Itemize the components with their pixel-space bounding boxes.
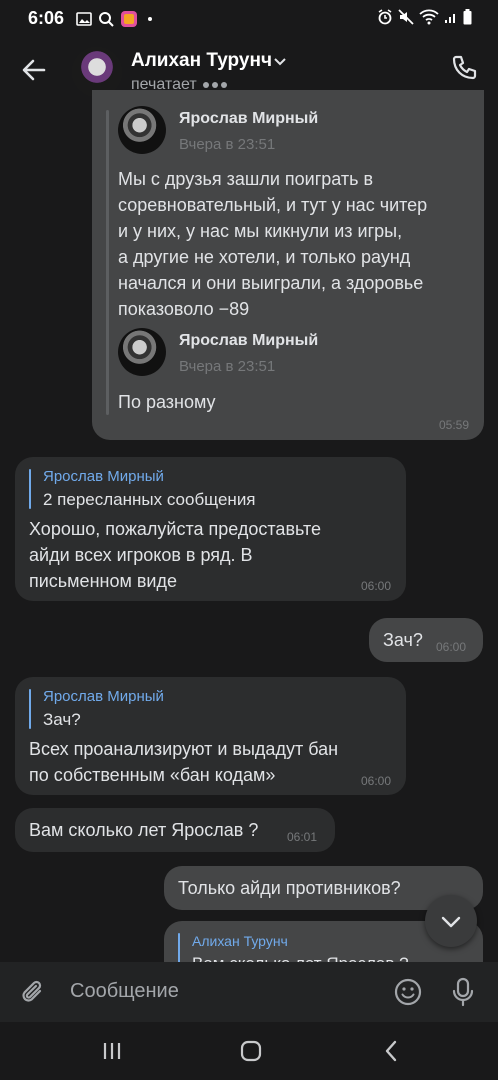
text-line: письменном виде (29, 571, 177, 591)
forward-text: По разному (118, 392, 216, 412)
wifi-icon (419, 9, 439, 25)
message-text: Хорошо, пожалуйста предоставьте айди все… (29, 516, 321, 594)
quote-sender: Ярослав Мирный (43, 688, 164, 705)
text-line: а другие не хотели, и только раунд (118, 247, 411, 267)
dot-icon (148, 17, 152, 21)
message-input[interactable]: Сообщение (70, 980, 179, 1003)
home-icon[interactable] (239, 1039, 263, 1063)
message-text: Зач? (383, 630, 423, 650)
scroll-down-button[interactable] (425, 895, 477, 947)
chevron-down-icon (441, 916, 461, 928)
search-icon (99, 12, 114, 27)
message-incoming[interactable]: Ярослав Мирный 2 пересланных сообщения Х… (15, 457, 406, 601)
forward-time: Вчера в 23:51 (179, 358, 276, 375)
text-line: айди всех игроков в ряд. В (29, 545, 253, 565)
avatar (118, 106, 166, 154)
text-line: по собственным «бан кодам» (29, 765, 276, 785)
message-time: 06:00 (360, 774, 391, 788)
notification-icons (76, 10, 152, 28)
quote-bar (29, 689, 31, 729)
battery-icon (463, 9, 472, 25)
back-icon[interactable] (380, 1039, 402, 1063)
message-time: 06:00 (360, 579, 391, 593)
text-line: Всех проанализируют и выдадут бан (29, 739, 339, 759)
gallery-icon (76, 12, 92, 26)
quote-text: Зач? (43, 710, 81, 729)
forward-time: Вчера в 23:51 (179, 136, 276, 153)
status-bar: 6:06 (0, 0, 498, 34)
mute-icon (398, 9, 414, 25)
back-arrow-icon[interactable] (20, 56, 48, 84)
quote-bar (29, 469, 31, 509)
text-line: Хорошо, пожалуйста предоставьте (29, 519, 322, 539)
message-text: Всех проанализируют и выдадут бан по соб… (29, 736, 338, 788)
phone-icon[interactable] (450, 54, 478, 82)
forward-bar (106, 110, 109, 415)
message-time: 06:01 (287, 830, 318, 844)
paperclip-icon[interactable] (18, 977, 48, 1007)
alarm-icon (378, 9, 392, 25)
text-line: соревновательный, и тут у нас читер (118, 195, 428, 215)
quote-sender: Ярослав Мирный (43, 468, 164, 485)
text-line: начался и они выиграли, а здоровье (118, 273, 424, 293)
avatar (118, 328, 166, 376)
system-nav-bar (0, 1022, 498, 1080)
text-line: показоволо −89 (118, 299, 250, 319)
recent-apps-icon[interactable] (101, 1040, 123, 1062)
message-time: 06:00 (436, 640, 467, 654)
signal-icon (445, 14, 455, 23)
forward-sender: Ярослав Мирный (179, 110, 319, 127)
message-forwarded[interactable]: Ярослав Мирный Вчера в 23:51 Мы с друзья… (92, 90, 484, 440)
message-outgoing[interactable]: Зач? 06:00 (369, 618, 483, 662)
quote-text: 2 пересланных сообщения (43, 490, 256, 509)
chevron-down-icon[interactable] (273, 56, 287, 66)
app-icon (121, 11, 137, 27)
text-line: Мы с друзья зашли поиграть в (118, 169, 374, 189)
smile-icon[interactable] (393, 977, 423, 1007)
quote-sender: Алихан Турунч (192, 933, 288, 949)
message-text: Вам сколько лет Ярослав ? (29, 820, 259, 840)
message-composer: Сообщение (0, 962, 498, 1022)
text-line: и у них, у нас мы кикнули из игры, (118, 221, 403, 241)
system-icons (377, 9, 472, 25)
message-time: 05:59 (438, 418, 469, 432)
microphone-icon[interactable] (448, 976, 478, 1008)
forward-text: Мы с друзья зашли поиграть в соревновате… (118, 166, 478, 322)
typing-dots (202, 81, 227, 88)
message-text: Только айди противников? (178, 878, 401, 898)
message-incoming[interactable]: Вам сколько лет Ярослав ? 06:01 (15, 808, 335, 852)
status-time: 6:06 (28, 8, 65, 28)
forward-sender: Ярослав Мирный (179, 332, 319, 349)
chat-title[interactable]: Алихан Турунч (131, 50, 272, 72)
message-incoming[interactable]: Ярослав Мирный Зач? Всех проанализируют … (15, 677, 406, 795)
